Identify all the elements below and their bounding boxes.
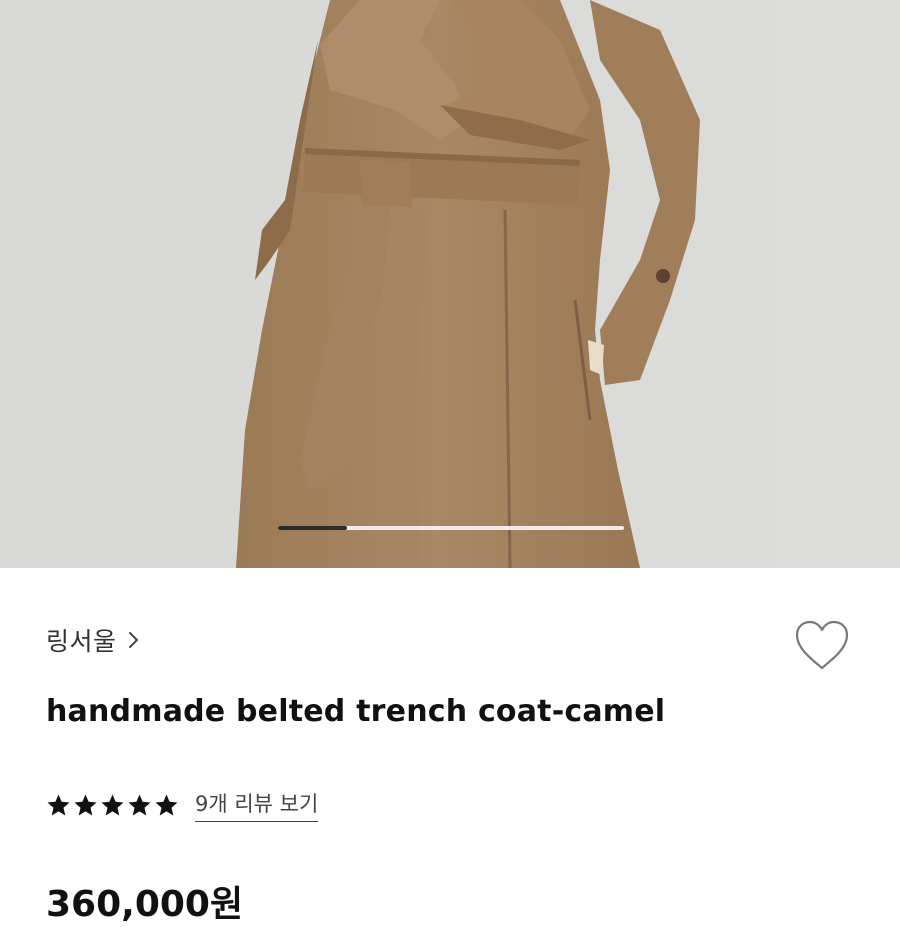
view-reviews-link[interactable]: 9개 리뷰 보기 bbox=[195, 788, 319, 822]
star-icon bbox=[47, 794, 70, 815]
carousel-progress-fill bbox=[278, 526, 348, 530]
product-photo bbox=[0, 0, 900, 568]
heart-outline-icon[interactable] bbox=[792, 618, 852, 674]
product-info-section bbox=[0, 568, 900, 900]
brand-name: 링서울 bbox=[46, 627, 117, 656]
product-title: handmade belted trench coat-camel bbox=[46, 694, 666, 729]
brand-link[interactable]: 링서울 bbox=[46, 622, 143, 658]
rating-row: 9개 리뷰 보기 bbox=[46, 788, 319, 822]
star-icon bbox=[74, 794, 97, 815]
carousel-progress-bar bbox=[278, 526, 624, 530]
star-icon bbox=[128, 794, 151, 815]
star-icon bbox=[155, 794, 178, 815]
star-icon bbox=[101, 794, 124, 815]
product-image-carousel[interactable] bbox=[0, 0, 900, 568]
star-rating bbox=[46, 793, 179, 818]
chevron-right-icon bbox=[128, 632, 138, 648]
product-price: 360,000원 bbox=[46, 884, 244, 925]
